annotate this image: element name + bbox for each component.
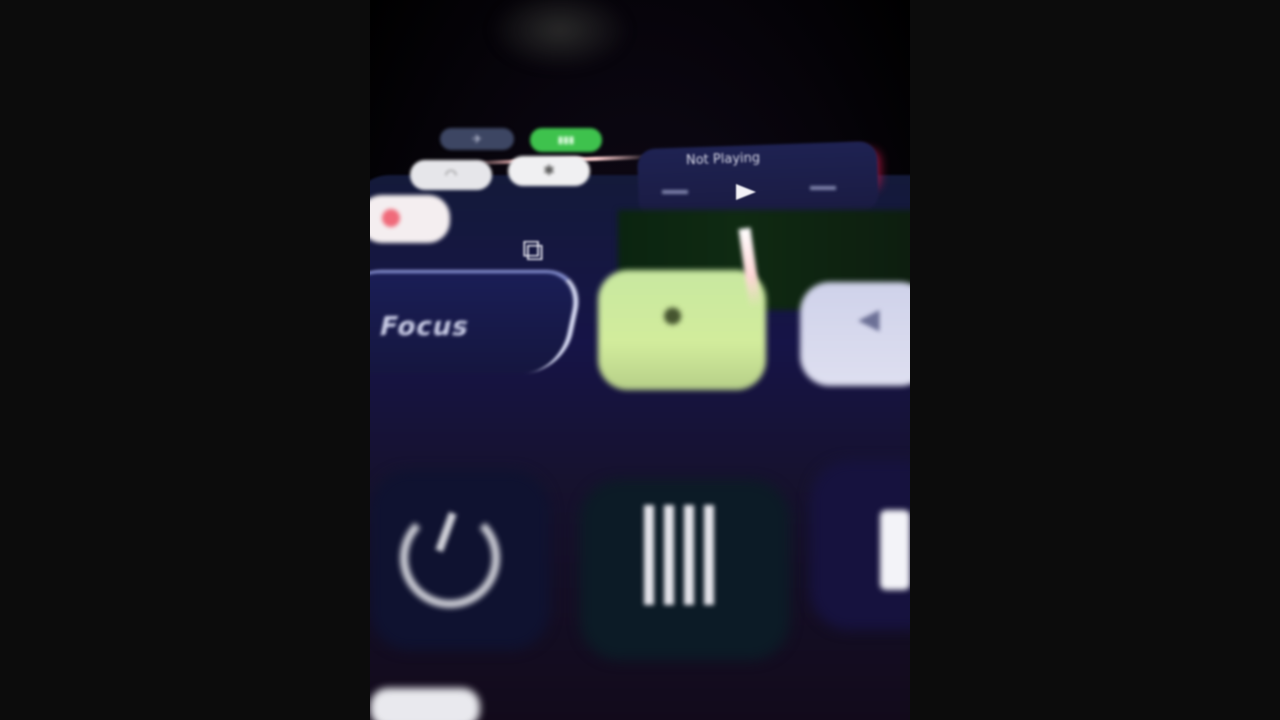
- speaker-icon: ◀: [858, 302, 880, 335]
- camera-icon: [880, 510, 910, 590]
- record-icon: [382, 209, 400, 227]
- airplane-icon: ✈: [471, 132, 483, 146]
- previous-track-button[interactable]: [662, 190, 688, 194]
- calculator-icon: [644, 505, 714, 605]
- bluetooth-toggle[interactable]: ✱: [508, 156, 590, 186]
- bottom-tile[interactable]: [370, 688, 480, 720]
- wifi-icon: ◠: [444, 167, 458, 183]
- screen-record-button[interactable]: [370, 195, 450, 243]
- cellular-icon: ▮▮▮: [557, 134, 575, 146]
- focus-label: Focus: [376, 312, 473, 342]
- airplane-mode-toggle[interactable]: ✈: [440, 128, 514, 150]
- control-center-view: ✈ ▮▮▮ ◠ ✱ ⧉ Focus Not Playing ✹ ◀: [370, 0, 910, 720]
- cellular-data-toggle[interactable]: ▮▮▮: [530, 128, 602, 152]
- brightness-icon: ✹: [660, 300, 686, 335]
- next-track-button[interactable]: [810, 186, 836, 190]
- volume-slider[interactable]: [800, 282, 910, 386]
- now-playing-title: Not Playing: [685, 150, 761, 169]
- background-glow: [490, 0, 630, 70]
- wifi-toggle[interactable]: ◠: [410, 160, 492, 190]
- letterbox-right: [910, 0, 1280, 720]
- play-button[interactable]: [736, 184, 756, 200]
- screen-mirroring-icon[interactable]: ⧉: [498, 236, 568, 266]
- bluetooth-icon: ✱: [543, 163, 555, 179]
- letterbox-left: [0, 0, 370, 720]
